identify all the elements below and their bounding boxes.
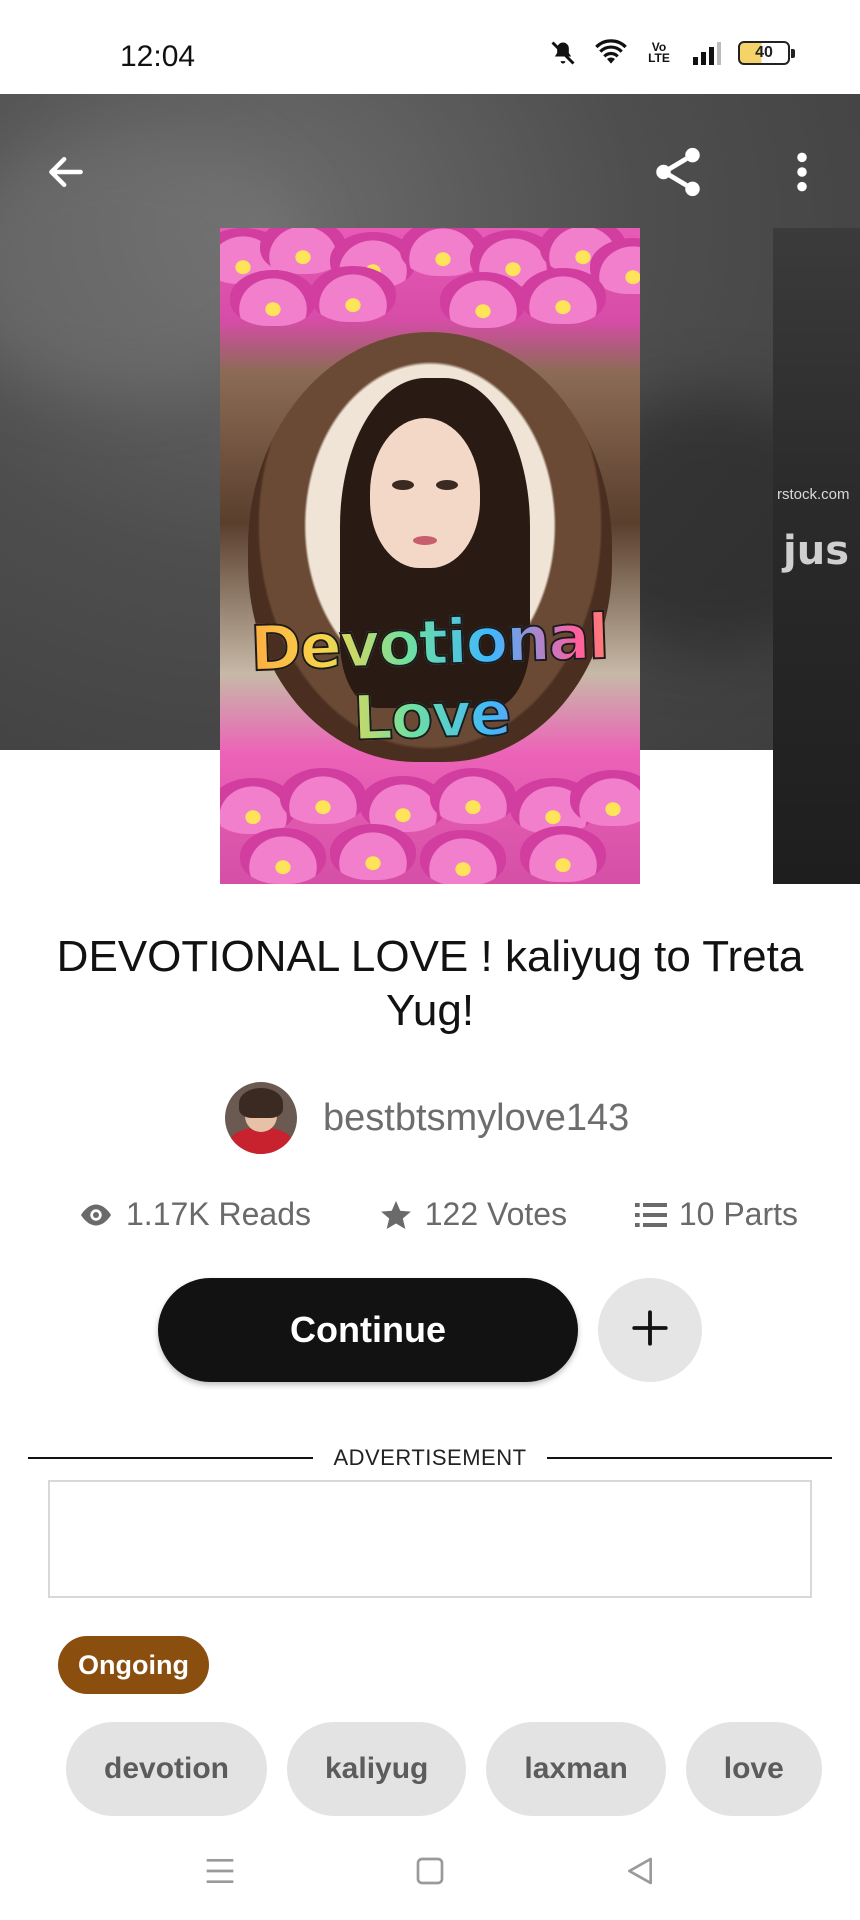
story-cover[interactable]: Devotional Love [220,228,640,884]
share-button[interactable] [638,134,718,214]
share-icon [649,143,707,206]
back-nav-button[interactable] [620,1853,660,1893]
cover-figure-face [370,418,480,568]
recent-apps-button[interactable] [200,1853,240,1893]
wifi-icon [594,38,628,68]
status-bar: 12:04 Vo LTE 40 [0,0,860,94]
divider-line [28,1457,314,1459]
tag-chip[interactable]: laxman [486,1722,666,1816]
advertisement-divider: ADVERTISEMENT [28,1444,832,1472]
next-cover-text: jus [783,528,849,574]
signal-icon [690,38,724,68]
tags-carousel[interactable]: devotion kaliyug laxman love [66,1722,822,1816]
story-stats: 1.17K Reads 122 Votes 10 Parts [78,1196,798,1233]
parts-stat: 10 Parts [634,1196,798,1233]
status-time: 12:04 [120,40,196,73]
tag-chip[interactable]: kaliyug [287,1722,467,1816]
eye-icon [78,1202,114,1228]
lotus-decoration [220,228,640,328]
reads-stat: 1.17K Reads [78,1196,311,1233]
status-icons: Vo LTE 40 [546,38,795,68]
back-button[interactable] [26,134,106,214]
tag-chip[interactable]: love [685,1722,822,1816]
arrow-left-icon [44,150,88,199]
author-name: bestbtsmylove143 [323,1096,630,1139]
battery-icon: 40 [738,41,795,65]
mute-icon [546,38,580,68]
cover-title-art: Devotional Love [220,599,640,760]
reads-count: 1.17K Reads [126,1196,312,1232]
lotus-decoration [220,768,640,884]
more-options-button[interactable] [762,134,842,214]
votes-count: 122 Votes [424,1196,568,1232]
author-link[interactable]: bestbtsmylove143 [225,1082,629,1154]
back-triangle-icon [624,1855,656,1892]
parts-count: 10 Parts [678,1196,798,1232]
avatar [225,1082,297,1154]
list-icon [634,1201,667,1229]
star-icon [379,1198,413,1232]
cover-watermark: rstock.com [777,486,850,503]
plus-icon [629,1307,671,1354]
volte-label: Vo LTE [648,40,670,65]
home-button[interactable] [410,1853,450,1893]
advertisement-label: ADVERTISEMENT [333,1445,527,1470]
add-to-library-button[interactable] [598,1278,702,1382]
tags-list: devotion kaliyug laxman love [66,1722,822,1816]
divider-line [546,1457,832,1459]
system-nav-bar [0,1826,860,1920]
more-vertical-icon [796,150,808,199]
tag-chip[interactable]: devotion [66,1722,267,1816]
next-story-cover[interactable]: rstock.com jus [773,228,860,884]
advertisement-slot[interactable] [48,1480,812,1598]
votes-stat: 122 Votes [379,1196,567,1233]
continue-reading-button[interactable]: Continue [158,1278,578,1382]
menu-icon [204,1856,236,1891]
story-title: DEVOTIONAL LOVE ! kaliyug to Treta Yug! [56,932,804,1035]
home-square-icon [414,1855,446,1892]
status-badge: Ongoing [58,1636,209,1694]
